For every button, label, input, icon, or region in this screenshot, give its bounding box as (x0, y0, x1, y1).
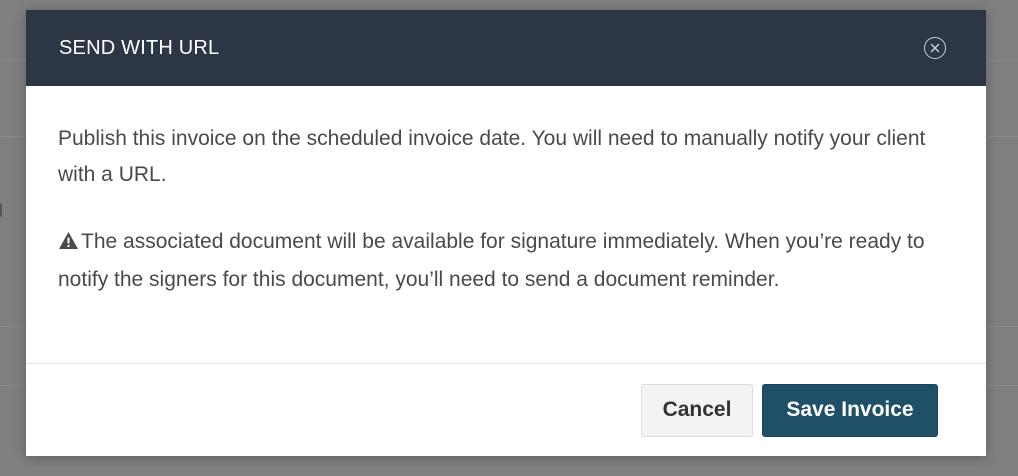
warning-text: The associated document will be availabl… (58, 230, 925, 291)
send-with-url-modal: SEND WITH URL Publish this invoice on th… (26, 10, 986, 456)
modal-header: SEND WITH URL (26, 10, 986, 86)
warning-message: The associated document will be availabl… (58, 224, 954, 298)
publish-description: Publish this invoice on the scheduled in… (58, 127, 926, 186)
modal-body: Publish this invoice on the scheduled in… (26, 86, 986, 364)
modal-footer: Cancel Save Invoice (26, 364, 986, 456)
modal-title: SEND WITH URL (59, 36, 220, 59)
background-glyph (0, 203, 4, 217)
save-invoice-button[interactable]: Save Invoice (762, 383, 938, 437)
close-icon[interactable] (924, 37, 946, 59)
cancel-button[interactable]: Cancel (641, 383, 753, 437)
warning-triangle-icon (58, 226, 79, 262)
